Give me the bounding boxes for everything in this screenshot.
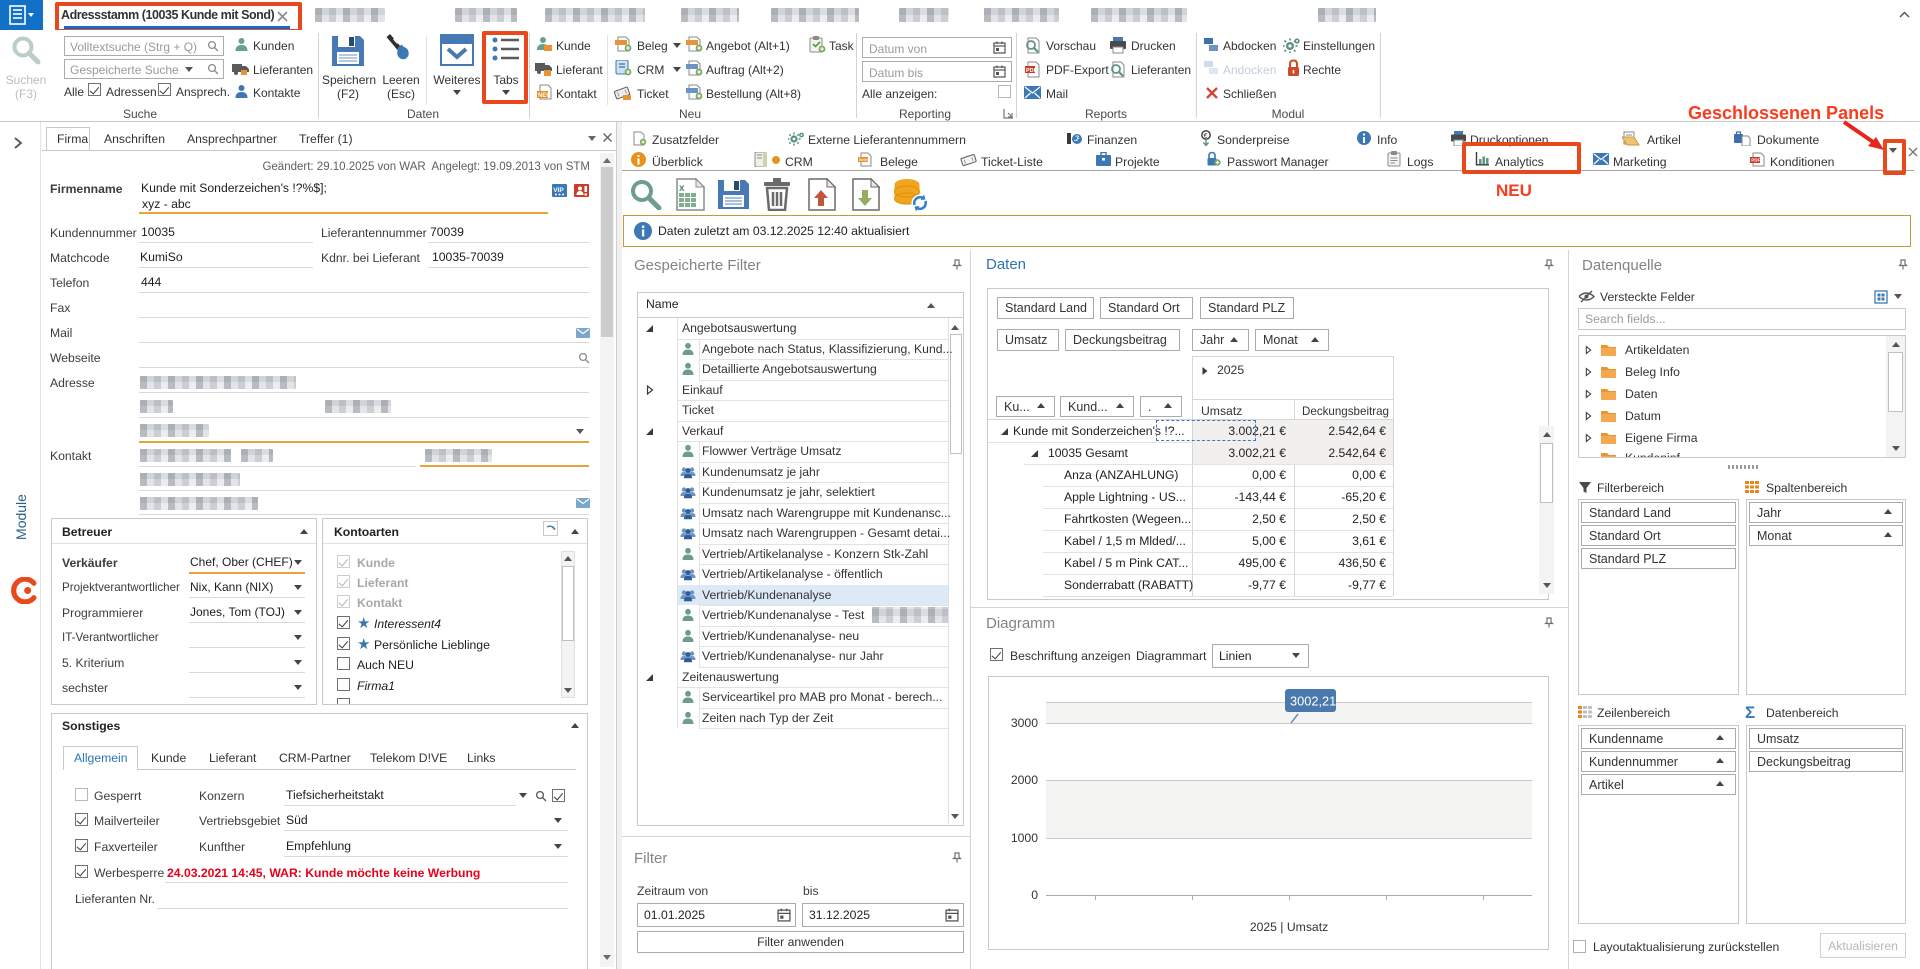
svg-text:PDF: PDF [1026,68,1038,74]
svg-text:NEU: NEU [538,93,551,99]
svg-text:x: x [679,183,685,194]
svg-text:3002,21: 3002,21 [1290,694,1336,709]
svg-text:VIP: VIP [553,187,564,194]
svg-text:Beleg: Beleg [859,157,869,162]
svg-text:€: € [1204,133,1208,140]
svg-text:PDF: PDF [1751,158,1760,163]
